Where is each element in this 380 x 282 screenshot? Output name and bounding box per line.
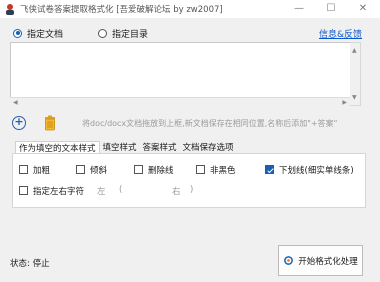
left-char-label: 左 — [97, 187, 106, 197]
right-char-input[interactable]: ) — [190, 185, 193, 195]
radio-dir-label: 指定目录 — [112, 29, 149, 40]
tab-fill-style[interactable]: 填空样式 — [100, 141, 140, 153]
checkbox-wrap-chars[interactable]: 指定左右字符 — [19, 185, 85, 197]
scroll-down-icon[interactable]: ▼ — [352, 94, 357, 101]
checkbox-strikethrough[interactable]: 删除线 — [134, 164, 174, 176]
checkbox-underline-label: 下划线(细实单线条) — [279, 165, 354, 176]
option-tabs: 作为填空的文本样式 填空样式 答案样式 文档保存选项 — [15, 141, 237, 154]
radio-dot-checked[interactable] — [13, 28, 22, 38]
checkbox-non-black[interactable]: 非黑色 — [196, 164, 236, 176]
checkbox-box-checked[interactable] — [265, 165, 274, 174]
start-format-button[interactable]: 开始格式化处理 — [278, 245, 363, 276]
radio-specify-directory[interactable]: 指定目录 — [98, 27, 149, 40]
title-bar: 飞侠试卷答案提取格式化 [吾爱破解论坛 by zw2007] — ☐ ✕ — [0, 0, 380, 18]
checkbox-underline[interactable]: 下划线(细实单线条) — [265, 164, 354, 176]
checkbox-non-black-label: 非黑色 — [210, 165, 236, 176]
checkbox-box[interactable] — [134, 165, 143, 174]
checkbox-box[interactable] — [76, 165, 85, 174]
status-text: 状态: 停止 — [10, 259, 50, 269]
checkbox-strikethrough-label: 删除线 — [148, 165, 174, 176]
checkbox-wrap-chars-label: 指定左右字符 — [33, 186, 85, 197]
scroll-up-icon[interactable]: ▲ — [352, 47, 357, 54]
info-feedback-link[interactable]: 信息&反馈 — [319, 27, 362, 40]
drag-drop-hint: 将doc/docx文档拖放到上框,新文档保存在相同位置,名称后添加"+答案" — [82, 119, 338, 128]
radio-dot[interactable] — [98, 28, 107, 38]
right-char-label: 右 — [172, 187, 181, 197]
maximize-button[interactable]: ☐ — [316, 0, 346, 18]
tab-text-style[interactable]: 作为填空的文本样式 — [15, 141, 100, 154]
window-title: 飞侠试卷答案提取格式化 [吾爱破解论坛 by zw2007] — [20, 5, 223, 15]
gear-play-icon — [284, 256, 294, 265]
app-icon — [6, 4, 14, 15]
radio-specify-file[interactable]: 指定文档 — [13, 27, 64, 40]
close-button[interactable]: ✕ — [348, 0, 378, 18]
start-format-label: 开始格式化处理 — [298, 256, 358, 267]
scroll-right-icon[interactable]: ▶ — [342, 99, 347, 106]
checkbox-box[interactable] — [19, 165, 28, 174]
scroll-left-icon[interactable]: ◀ — [13, 99, 18, 106]
checkbox-bold[interactable]: 加粗 — [19, 164, 51, 176]
minimize-button[interactable]: — — [284, 0, 314, 18]
checkbox-italic-label: 倾斜 — [90, 165, 108, 176]
checkbox-box[interactable] — [19, 186, 28, 195]
add-circle-icon: + — [14, 115, 24, 128]
left-char-input[interactable]: ( — [119, 185, 122, 195]
add-file-button[interactable]: + — [12, 116, 26, 130]
checkbox-box[interactable] — [196, 165, 205, 174]
trash-can-icon[interactable] — [42, 115, 58, 131]
checkbox-italic[interactable]: 倾斜 — [76, 164, 108, 176]
radio-file-label: 指定文档 — [27, 29, 64, 40]
tab-panel — [12, 153, 366, 208]
tab-answer-style[interactable]: 答案样式 — [140, 141, 180, 153]
horizontal-scrollbar[interactable]: ◀ ▶ — [10, 97, 350, 107]
vertical-scrollbar[interactable]: ▲ ▼ — [350, 42, 361, 106]
checkbox-bold-label: 加粗 — [33, 165, 51, 176]
tab-save-options[interactable]: 文档保存选项 — [180, 141, 237, 153]
